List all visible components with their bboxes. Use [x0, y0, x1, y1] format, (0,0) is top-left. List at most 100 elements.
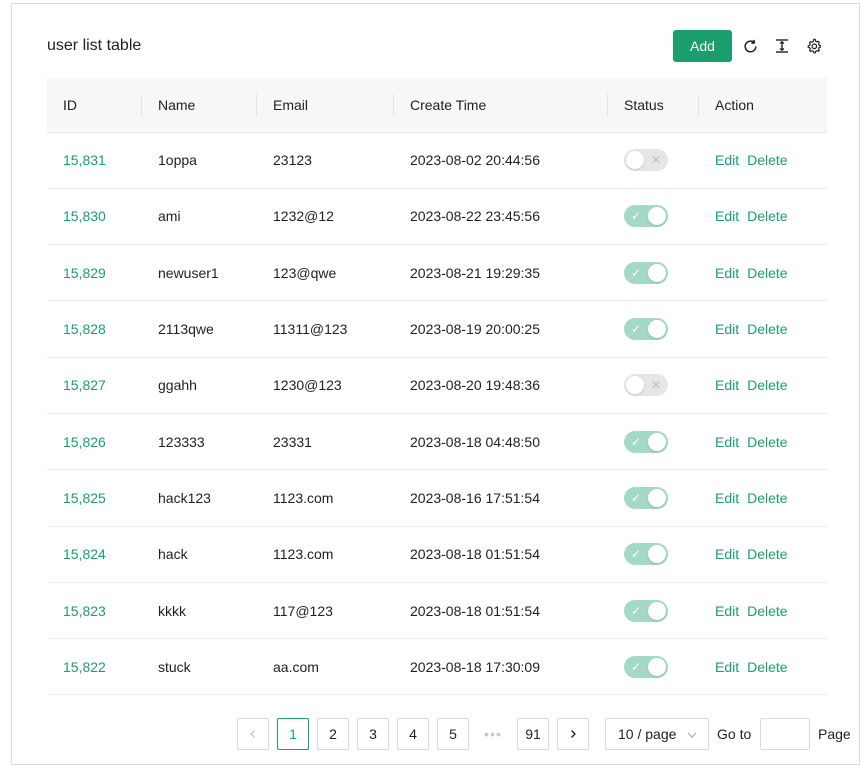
check-icon: ✓ [631, 265, 642, 280]
cell-action: Edit Delete [699, 582, 827, 640]
cell-create-time: 2023-08-20 19:48:36 [394, 357, 608, 414]
add-button[interactable]: Add [673, 30, 732, 62]
edit-link[interactable]: Edit [715, 603, 739, 619]
table-row: 15,830 ami 1232@12 2023-08-22 23:45:56 ✓ Edit… [47, 188, 827, 246]
status-toggle[interactable]: ✓ [624, 655, 668, 678]
jump-next-ellipsis[interactable]: ••• [477, 718, 509, 750]
cell-email: aa.com [257, 638, 394, 696]
edit-link[interactable]: Edit [715, 321, 739, 337]
cell-id: 15,822 [47, 638, 142, 696]
cell-email: 117@123 [257, 582, 394, 640]
toggle-knob [648, 263, 666, 282]
reload-icon[interactable] [740, 36, 760, 56]
status-toggle[interactable]: ✓ [624, 543, 668, 566]
settings-icon[interactable] [804, 36, 824, 56]
close-icon: ✕ [650, 378, 661, 393]
column-header-name: Name [142, 78, 257, 133]
cell-create-time: 2023-08-19 20:00:25 [394, 300, 608, 358]
edit-link[interactable]: Edit [715, 265, 739, 281]
delete-link[interactable]: Delete [747, 603, 787, 619]
edit-link[interactable]: Edit [715, 434, 739, 450]
user-id-link[interactable]: 15,831 [63, 152, 106, 168]
prev-page-button[interactable] [237, 718, 269, 750]
cell-create-time: 2023-08-18 17:30:09 [394, 638, 608, 696]
status-toggle[interactable]: ✓ [624, 205, 668, 228]
delete-link[interactable]: Delete [747, 434, 787, 450]
cell-action: Edit Delete [699, 526, 827, 583]
edit-link[interactable]: Edit [715, 152, 739, 168]
cell-name: 1oppa [142, 132, 257, 189]
edit-link[interactable]: Edit [715, 659, 739, 675]
cell-action: Edit Delete [699, 244, 827, 302]
cell-id: 15,826 [47, 413, 142, 471]
table-row: 15,827 ggahh 1230@123 2023-08-20 19:48:36 ✕ E… [47, 357, 827, 414]
delete-link[interactable]: Delete [747, 377, 787, 393]
column-header-email: Email [257, 78, 394, 133]
cell-action: Edit Delete [699, 638, 827, 696]
column-header-create-time: Create Time [394, 78, 608, 133]
page-button-2[interactable]: 2 [317, 718, 349, 750]
cell-status: ✓ [608, 638, 699, 696]
cell-email: 23331 [257, 413, 394, 471]
user-id-link[interactable]: 15,823 [63, 603, 106, 619]
check-icon: ✓ [631, 603, 642, 618]
delete-link[interactable]: Delete [747, 490, 787, 506]
status-toggle[interactable]: ✓ [624, 318, 668, 341]
cell-email: 23123 [257, 132, 394, 189]
table-row: 15,828 2113qwe 11311@123 2023-08-19 20:00:2… [47, 300, 827, 358]
table-row: 15,831 1oppa 23123 2023-08-02 20:44:56 ✕ Edit… [47, 132, 827, 189]
table-row: 15,826 123333 23331 2023-08-18 04:48:50 ✓ Edi… [47, 413, 827, 471]
cell-action: Edit Delete [699, 469, 827, 527]
cell-email: 1123.com [257, 469, 394, 527]
status-toggle[interactable]: ✕ [624, 374, 668, 397]
toggle-knob [648, 545, 666, 564]
cell-id: 15,828 [47, 300, 142, 358]
cell-id: 15,831 [47, 132, 142, 189]
page-size-select[interactable]: 10 / page [605, 718, 709, 750]
column-height-icon[interactable] [772, 36, 792, 56]
goto-page-input[interactable] [760, 718, 810, 750]
edit-link[interactable]: Edit [715, 546, 739, 562]
delete-link[interactable]: Delete [747, 265, 787, 281]
edit-link[interactable]: Edit [715, 377, 739, 393]
delete-link[interactable]: Delete [747, 659, 787, 675]
status-toggle[interactable]: ✕ [624, 149, 668, 172]
cell-email: 1230@123 [257, 357, 394, 414]
page-button-5[interactable]: 5 [437, 718, 469, 750]
edit-link[interactable]: Edit [715, 208, 739, 224]
cell-name: ami [142, 188, 257, 246]
user-id-link[interactable]: 15,827 [63, 377, 106, 393]
chevron-down-icon [686, 728, 698, 744]
page-button-last[interactable]: 91 [517, 718, 549, 750]
delete-link[interactable]: Delete [747, 321, 787, 337]
status-toggle[interactable]: ✓ [624, 261, 668, 284]
toggle-knob [648, 601, 666, 620]
page-button-1[interactable]: 1 [277, 718, 309, 750]
user-id-link[interactable]: 15,829 [63, 265, 106, 281]
check-icon: ✓ [631, 659, 642, 674]
delete-link[interactable]: Delete [747, 546, 787, 562]
status-toggle[interactable]: ✓ [624, 430, 668, 453]
page-button-3[interactable]: 3 [357, 718, 389, 750]
check-icon: ✓ [631, 490, 642, 505]
user-id-link[interactable]: 15,826 [63, 434, 106, 450]
cell-name: ggahh [142, 357, 257, 414]
page-button-4[interactable]: 4 [397, 718, 429, 750]
user-id-link[interactable]: 15,828 [63, 321, 106, 337]
status-toggle[interactable]: ✓ [624, 486, 668, 509]
delete-link[interactable]: Delete [747, 152, 787, 168]
cell-create-time: 2023-08-18 01:51:54 [394, 526, 608, 583]
next-page-button[interactable] [557, 718, 589, 750]
check-icon: ✓ [631, 322, 642, 337]
cell-email: 11311@123 [257, 300, 394, 358]
user-id-link[interactable]: 15,825 [63, 490, 106, 506]
delete-link[interactable]: Delete [747, 208, 787, 224]
toggle-knob [648, 488, 666, 507]
status-toggle[interactable]: ✓ [624, 599, 668, 622]
cell-name: hack [142, 526, 257, 583]
user-id-link[interactable]: 15,824 [63, 546, 106, 562]
user-id-link[interactable]: 15,822 [63, 659, 106, 675]
user-id-link[interactable]: 15,830 [63, 208, 106, 224]
cell-id: 15,829 [47, 244, 142, 302]
edit-link[interactable]: Edit [715, 490, 739, 506]
